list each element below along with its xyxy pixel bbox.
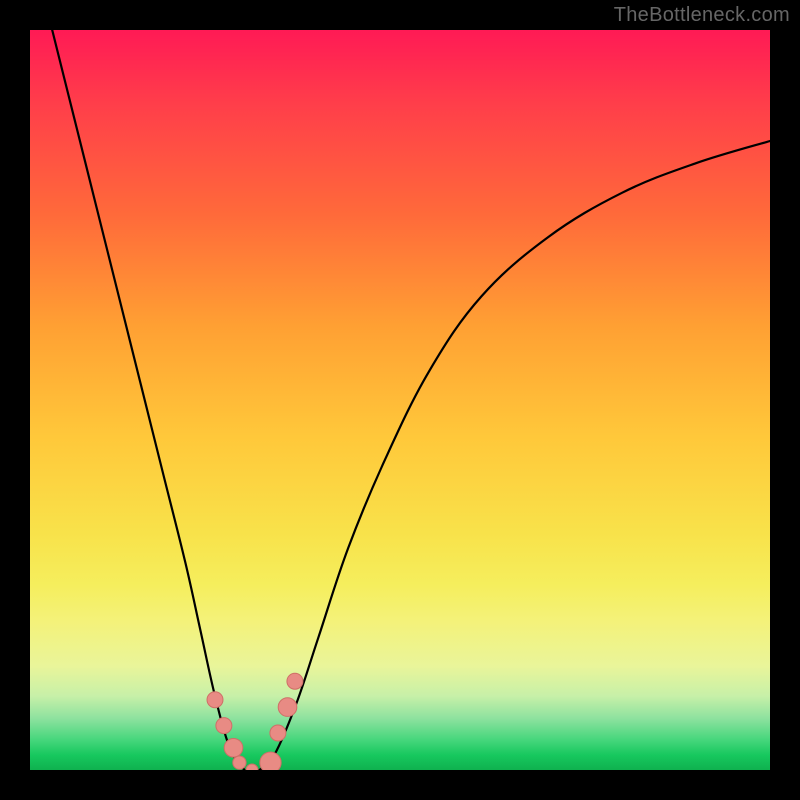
- highlight-marker: [270, 725, 286, 741]
- highlight-marker: [216, 718, 232, 734]
- highlight-marker: [287, 673, 303, 689]
- highlight-marker: [207, 692, 223, 708]
- highlight-marker: [233, 756, 246, 769]
- bottleneck-curve: [52, 30, 770, 770]
- highlight-marker: [278, 698, 297, 717]
- watermark-text: TheBottleneck.com: [614, 4, 790, 27]
- curve-layer: [30, 30, 770, 770]
- highlight-marker: [260, 752, 281, 770]
- highlight-marker: [224, 738, 243, 757]
- highlight-marker: [246, 764, 258, 770]
- plot-area: [30, 30, 770, 770]
- chart-frame: TheBottleneck.com: [0, 0, 800, 800]
